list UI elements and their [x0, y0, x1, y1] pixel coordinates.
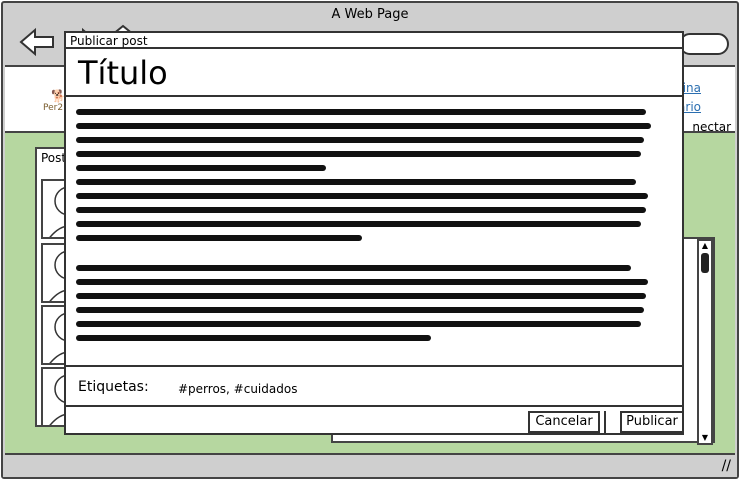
back-arrow-icon[interactable] [17, 27, 57, 61]
text-line-placeholder [76, 179, 636, 185]
connect-link[interactable]: nectar [692, 120, 731, 134]
text-line-placeholder [76, 193, 648, 199]
button-divider [604, 411, 606, 433]
text-line-placeholder [76, 151, 641, 157]
text-line-placeholder [76, 165, 326, 171]
text-line-placeholder [76, 279, 648, 285]
publish-button[interactable]: Publicar [620, 411, 684, 433]
post-body-textarea[interactable] [76, 109, 666, 379]
scroll-down-icon[interactable]: ▼ [700, 433, 710, 443]
scroll-up-icon[interactable]: ▲ [700, 241, 710, 251]
tags-input[interactable]: #perros, #cuidados [178, 382, 297, 396]
dialog-header: Publicar post [66, 33, 682, 49]
text-line-placeholder [76, 321, 641, 327]
resize-grip-icon[interactable]: // [722, 458, 731, 474]
vertical-scrollbar[interactable]: ▲ ▼ [697, 239, 713, 445]
text-line-placeholder [76, 307, 644, 313]
text-line-placeholder [76, 123, 651, 129]
text-line-placeholder [76, 137, 644, 143]
posts-tab[interactable]: Post [41, 151, 66, 165]
header-link-1[interactable]: ina [683, 81, 701, 95]
scroll-thumb[interactable] [701, 253, 709, 273]
address-bar[interactable] [679, 33, 729, 55]
logo-text: Per2 [43, 103, 64, 113]
text-line-placeholder [76, 109, 646, 115]
post-title-field[interactable]: Título [66, 49, 682, 97]
cancel-button[interactable]: Cancelar [528, 411, 600, 433]
text-line-placeholder [76, 335, 431, 341]
tags-row: Etiquetas: #perros, #cuidados [66, 365, 682, 407]
text-line-placeholder [76, 293, 646, 299]
text-line-placeholder [76, 221, 641, 227]
publish-post-dialog: Publicar post Título Etiquetas: #perros,… [64, 31, 684, 435]
text-line-placeholder [76, 207, 646, 213]
site-logo[interactable]: 🐕 Per2 [43, 89, 66, 113]
text-line-placeholder [76, 265, 631, 271]
text-line-placeholder [76, 235, 362, 241]
tags-label: Etiquetas: [78, 379, 149, 395]
status-bar: // [3, 455, 737, 477]
